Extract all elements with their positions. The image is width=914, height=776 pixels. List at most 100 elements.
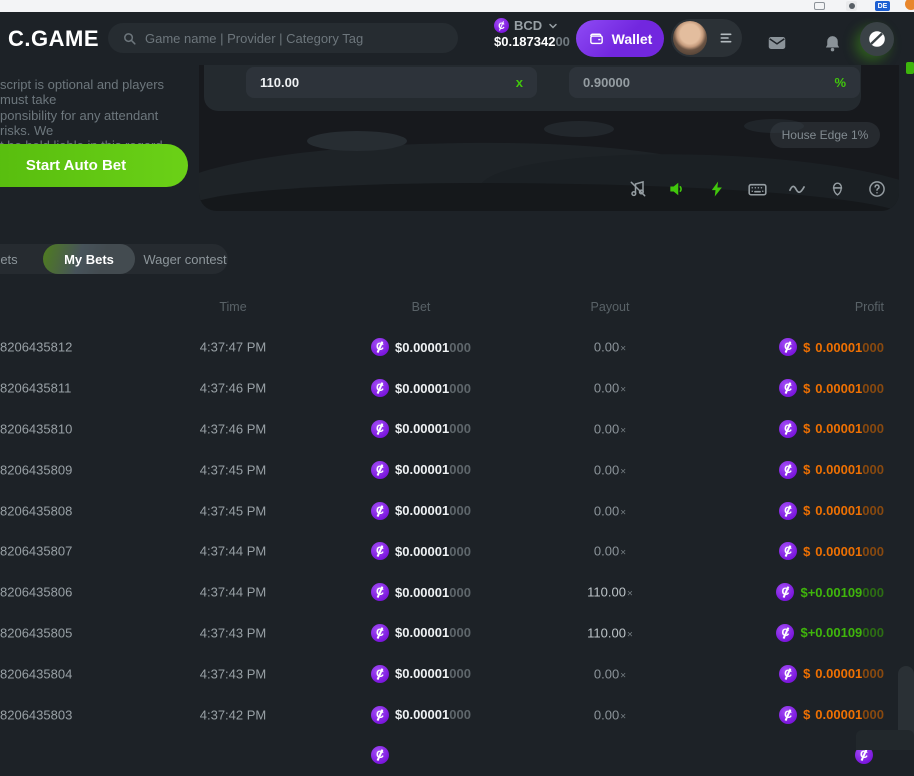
column-header-bet: Bet [376,300,466,314]
bet-profit-cell: $0.00001000 [779,379,884,397]
bet-profit-cell: $+0.00109000 [776,583,884,601]
bet-row[interactable]: 8206435811 4:37:46 PM $0.00001000 0.00× … [0,368,914,409]
trends-button[interactable] [784,176,810,202]
tab-wager-contest[interactable]: Wager contest [137,244,233,274]
bet-time: 4:37:43 PM [178,666,288,681]
wallet-balance: $0.18734200 [494,34,572,49]
bet-payout-cell: 0.00× [555,544,665,559]
acorn-icon [828,180,847,199]
bcd-coin-icon [371,338,389,356]
bet-row[interactable]: 8206435804 4:37:43 PM $0.00001000 0.00× … [0,653,914,694]
game-panel: 110.00 x 0.90000 % House Edge 1% [199,65,899,211]
bet-row[interactable]: 8206435808 4:37:45 PM $0.00001000 0.00× … [0,490,914,531]
hotkeys-button[interactable] [744,176,770,202]
wallet-button[interactable]: Wallet [576,20,664,57]
bet-payout-cell: 0.00× [555,462,665,477]
stone-decoration [544,121,614,137]
tab-all-bets[interactable]: ets [0,244,28,274]
search-bar[interactable] [108,23,458,53]
multiplier-suffix: x [516,75,523,90]
bcd-coin-icon [371,706,389,724]
bet-profit-cell: $0.00001000 [779,420,884,438]
currency-selector[interactable]: BCD $0.18734200 [494,18,572,59]
bcd-coin-icon [371,502,389,520]
bcd-coin-icon [371,461,389,479]
bet-row[interactable]: 8206435806 4:37:44 PM $0.00001000 110.00… [0,572,914,613]
wave-icon [787,179,807,199]
bet-row[interactable] [0,735,914,776]
bet-amount-cell: $0.00001000 [371,379,471,397]
bet-profit-cell: $0.00001000 [779,461,884,479]
payout-input[interactable]: 110.00 x [246,67,537,98]
win-chance-value: 0.90000 [583,75,630,90]
navbar: C.GAME BCD $0.18734200 Wallet [0,12,914,65]
autobet-disclaimer: script is optional and players must take… [0,77,190,153]
bet-id: 8206435809 [0,462,72,477]
turbo-button[interactable] [704,176,730,202]
currency-code: BCD [514,18,542,33]
start-auto-bet-button[interactable]: Start Auto Bet [0,144,188,187]
user-menu[interactable] [671,19,742,57]
bet-id: 8206435803 [0,707,72,722]
bcd-coin-icon [371,542,389,560]
bet-profit-cell: $0.00001000 [779,706,884,724]
notifications-button[interactable] [818,29,846,57]
bcd-coin-icon [779,420,797,438]
bet-time: 4:37:46 PM [178,381,288,396]
search-icon [122,31,137,46]
bet-row[interactable]: 8206435805 4:37:43 PM $0.00001000 110.00… [0,613,914,654]
bcd-coin-icon [371,379,389,397]
browser-extension-icon[interactable] [814,2,825,10]
bcd-coin-icon [371,665,389,683]
bcd-coin-icon [371,420,389,438]
search-input[interactable] [145,31,444,46]
bet-row[interactable]: 8206435807 4:37:44 PM $0.00001000 0.00× … [0,531,914,572]
bcd-coin-icon [776,624,794,642]
bcd-coin-icon [371,624,389,642]
bet-amount-cell: $0.00001000 [371,706,471,724]
percent-suffix: % [834,75,846,90]
chevron-down-icon [547,20,559,32]
site-logo[interactable]: C.GAME [8,26,99,52]
bets-rows: 8206435812 4:37:47 PM $0.00001000 0.00× … [0,327,914,776]
browser-extension-icon[interactable] [846,1,857,11]
bet-amount-cell: $0.00001000 [371,461,471,479]
bcd-coin-icon [779,542,797,560]
column-header-payout: Payout [555,300,665,314]
sound-toggle-button[interactable] [664,176,690,202]
browser-extension-de-badge[interactable]: DE [875,1,890,11]
bet-payout-cell [555,748,665,763]
question-icon [867,179,887,199]
win-chance-input[interactable]: 0.90000 % [569,67,860,98]
bet-row[interactable]: 8206435812 4:37:47 PM $0.00001000 0.00× … [0,327,914,368]
bcd-coin-icon [371,583,389,601]
music-toggle-button[interactable] [625,176,651,202]
music-off-icon [628,179,648,199]
bet-amount-cell: $0.00001000 [371,420,471,438]
bet-time: 4:37:43 PM [178,625,288,640]
browser-extension-icon[interactable] [905,0,914,10]
bet-payout-cell: 0.00× [555,340,665,355]
bet-profit-cell: $0.00001000 [779,502,884,520]
seeds-button[interactable] [824,176,850,202]
avatar[interactable] [673,21,707,55]
bet-profit-cell: $0.00001000 [779,338,884,356]
bet-payout-cell: 0.00× [555,666,665,681]
house-edge-badge: House Edge 1% [770,122,880,148]
bet-payout-cell: 0.00× [555,381,665,396]
tab-my-bets[interactable]: My Bets [43,244,135,274]
bet-row[interactable]: 8206435809 4:37:45 PM $0.00001000 0.00× … [0,449,914,490]
messages-button[interactable] [763,29,791,57]
bet-row[interactable]: 8206435810 4:37:46 PM $0.00001000 0.00× … [0,409,914,450]
bet-amount-cell: $0.00001000 [371,665,471,683]
quick-action-button[interactable] [860,22,894,56]
help-button[interactable] [864,176,890,202]
bet-time: 4:37:44 PM [178,544,288,559]
envelope-icon [766,32,788,54]
bcd-coin-icon [779,338,797,356]
bcd-coin-icon [779,665,797,683]
bet-time: 4:37:44 PM [178,585,288,600]
bet-amount-cell: $0.00001000 [371,502,471,520]
bet-id: 8206435812 [0,340,72,355]
bet-row[interactable]: 8206435803 4:37:42 PM $0.00001000 0.00× … [0,694,914,735]
